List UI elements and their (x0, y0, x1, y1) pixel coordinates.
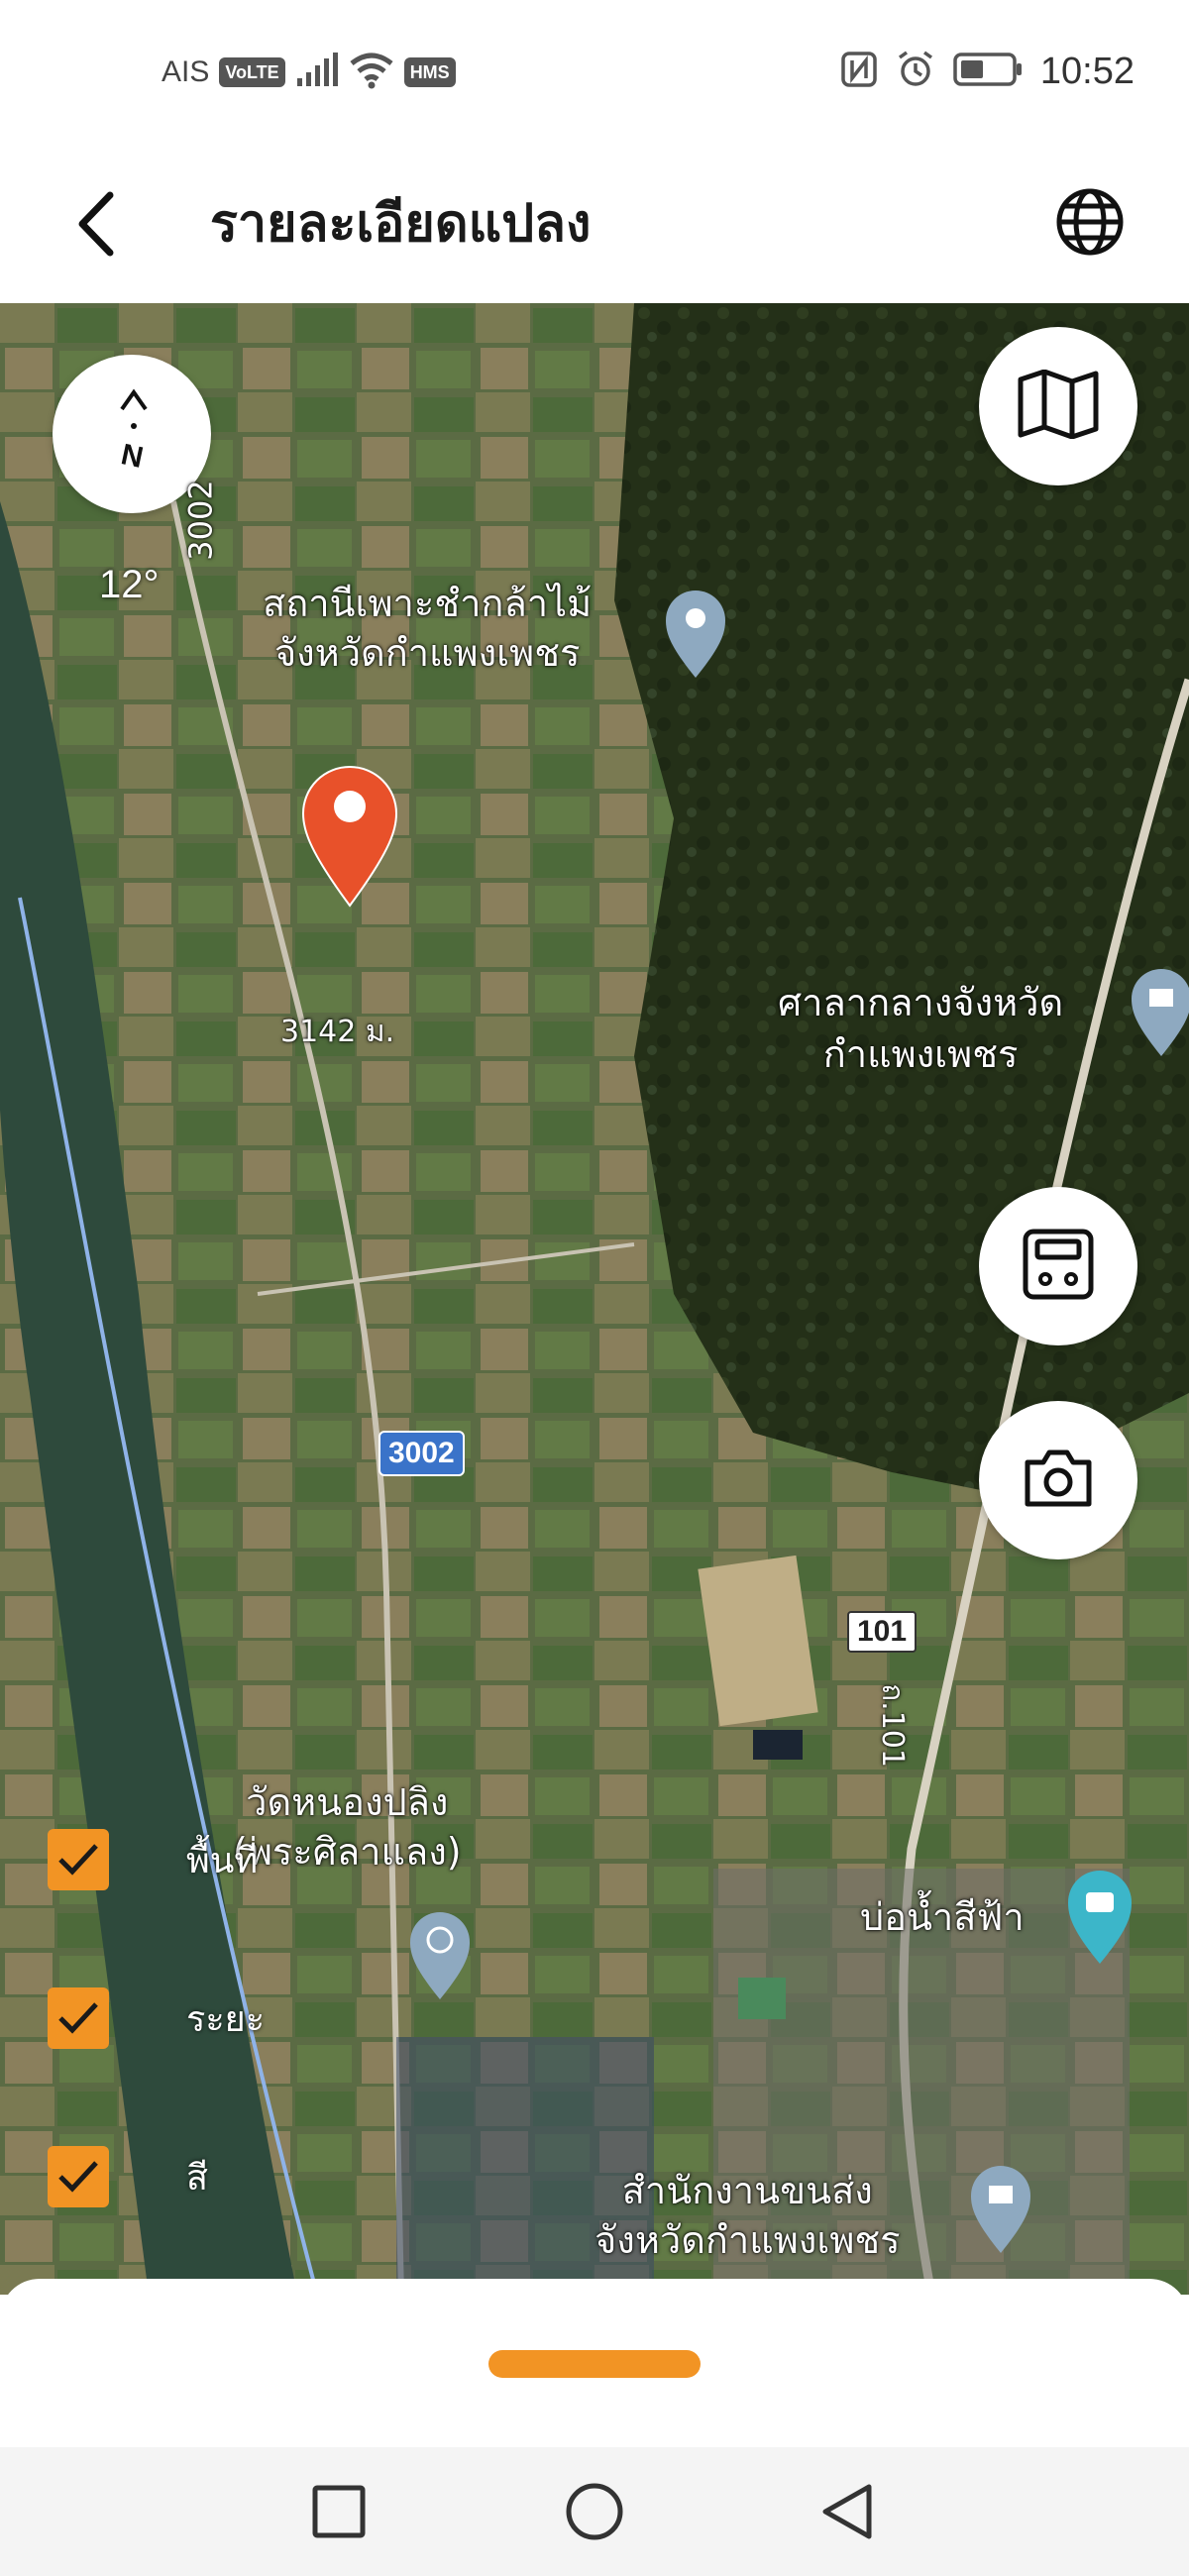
battery-icon (953, 52, 1023, 91)
clock: 10:52 (1039, 50, 1135, 92)
poi-nursery[interactable]: สถานีเพาะชำกล้าไม้ จังหวัดกำแพงเพชร (263, 579, 592, 678)
satellite-map[interactable]: N 12° 3002 3002 101 ถ.101 3142 ม. สถานีเ… (0, 303, 1189, 2295)
toggle-distance[interactable]: ระยะ (48, 1987, 265, 2049)
road-label-3002: 3002 (181, 480, 220, 561)
toggle-distance-label: ระยะ (186, 1998, 266, 2040)
compass-angle: 12° (99, 563, 160, 606)
status-bar: AIS VoLTE HMS 10:52 (0, 0, 1189, 147)
page-title: รายละเอียดแปลง (210, 194, 592, 254)
chevron-left-icon (72, 189, 122, 263)
status-right: 10:52 (840, 50, 1135, 93)
poi-nursery-line1: สถานีเพาะชำกล้าไม้ (263, 582, 593, 625)
poi-temple-line2: (พระศิลาแลง) (233, 1830, 462, 1874)
hms-badge: HMS (403, 57, 456, 87)
road-shield-3002: 3002 (378, 1431, 465, 1476)
check-icon (58, 2002, 98, 2034)
recent-apps-button[interactable] (299, 2477, 378, 2546)
back-nav-button[interactable] (808, 2477, 887, 2546)
back-triangle-icon (822, 2484, 872, 2539)
system-nav-bar (0, 2447, 1189, 2576)
globe-icon (1054, 186, 1126, 262)
road-shield-101: 101 (847, 1611, 918, 1653)
checkbox-area[interactable] (48, 1829, 109, 1890)
poi-city-hall-line2: กำแพงเพชร (822, 1032, 1019, 1076)
save-icon (1022, 1228, 1095, 1305)
poi-transport-line2: จังหวัดกำแพงเพชร (594, 2218, 901, 2262)
alarm-icon (896, 50, 935, 93)
checkbox-color[interactable] (48, 2146, 109, 2207)
map-icon (1017, 369, 1100, 443)
toggle-area-label: พื้นที่ (186, 1840, 259, 1881)
parcel-distance-label: 3142 ม. (280, 1015, 395, 1049)
toggle-color[interactable]: สี (48, 2146, 208, 2207)
home-button[interactable] (555, 2477, 634, 2546)
language-button[interactable] (1040, 174, 1139, 273)
checkbox-distance[interactable] (48, 1987, 109, 2049)
camera-button[interactable] (979, 1401, 1137, 1559)
home-icon (566, 2483, 623, 2540)
poi-temple-line1: วัดหนองปลิง (246, 1780, 449, 1824)
check-icon (58, 1844, 98, 1876)
poi-transport-line1: สำนักงานขนส่ง (621, 2169, 873, 2212)
app-bar: รายละเอียดแปลง (0, 147, 1189, 303)
back-button[interactable] (57, 176, 137, 275)
toggle-color-label: สี (186, 2157, 208, 2199)
road-label-101: ถ.101 (874, 1683, 910, 1768)
poi-transport[interactable]: สำนักงานขนส่ง จังหวัดกำแพงเพชร (594, 2166, 901, 2265)
camera-icon (1022, 1447, 1095, 1514)
signal-icon (295, 53, 339, 92)
toggle-area[interactable]: พื้นที่ (48, 1829, 258, 1890)
svg-text:N: N (118, 438, 146, 475)
status-left: AIS VoLTE HMS (162, 52, 456, 93)
check-icon (58, 2161, 98, 2193)
recent-apps-icon (312, 2485, 366, 2538)
volte-badge: VoLTE (219, 57, 285, 87)
sheet-drag-handle[interactable] (488, 2350, 701, 2378)
carrier-label: AIS (162, 55, 210, 88)
nfc-icon (840, 51, 878, 92)
poi-city-hall[interactable]: ศาลากลางจังหวัด กำแพงเพชร (778, 977, 1063, 1080)
map-type-button[interactable] (979, 327, 1137, 485)
save-button[interactable] (979, 1187, 1137, 1345)
poi-nursery-line2: จังหวัดกำแพงเพชร (273, 631, 581, 675)
wifi-icon (349, 52, 394, 93)
poi-blue-pond[interactable]: บ่อน้ำสีฟ้า (860, 1886, 1025, 1947)
poi-temple[interactable]: วัดหนองปลิง (พระศิลาแลง) (233, 1777, 462, 1877)
poi-city-hall-line1: ศาลากลางจังหวัด (778, 981, 1064, 1024)
